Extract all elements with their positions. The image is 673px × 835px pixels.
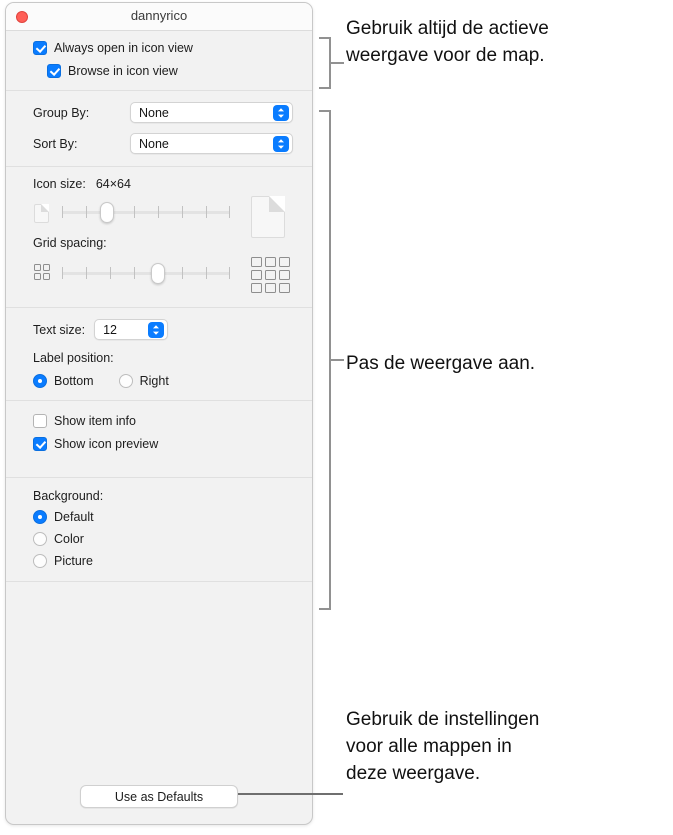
checkbox-row-show-icon-preview[interactable]: Show icon preview (33, 437, 312, 451)
slider-tick (182, 206, 183, 218)
slider-track (62, 211, 230, 214)
sort-by-popup[interactable]: None (130, 133, 293, 154)
checkbox-label-browse-icon-view: Browse in icon view (68, 64, 178, 78)
slider-tick (110, 267, 111, 279)
text-size-popup[interactable]: 12 (94, 319, 169, 340)
checkbox-always-open-in-icon-view[interactable] (33, 41, 47, 55)
chevron-up-down-icon[interactable] (273, 135, 289, 152)
grid-spacing-header: Grid spacing: (33, 236, 312, 250)
large-document-icon (251, 196, 285, 238)
text-size-row: Text size: 12 (33, 319, 312, 340)
group-by-label: Group By: (33, 105, 90, 120)
background-label: Background: (33, 489, 104, 503)
checkbox-browse-in-icon-view[interactable] (47, 64, 61, 78)
group-by-popup[interactable]: None (130, 102, 293, 123)
label-position-radio-group: Bottom Right (33, 374, 312, 388)
icon-size-slider[interactable] (62, 202, 230, 223)
sort-by-value: None (139, 136, 169, 151)
checkbox-row-always-open[interactable]: Always open in icon view (33, 41, 312, 55)
slider-tick (86, 267, 87, 279)
slider-tick (182, 267, 183, 279)
radio-label-position-right[interactable] (118, 374, 133, 388)
icon-size-slider-row (6, 194, 312, 238)
radio-row-background-picture[interactable]: Picture (33, 554, 312, 568)
radio-label-right: Right (139, 374, 169, 388)
radio-background-picture[interactable] (33, 554, 47, 568)
callout-tick-1 (331, 62, 344, 64)
small-grid-icon (34, 264, 50, 280)
slider-tick (229, 206, 230, 218)
icon-size-value: 64×64 (95, 177, 131, 191)
grid-spacing-label: Grid spacing: (33, 236, 107, 250)
radio-label-bottom: Bottom (54, 374, 94, 388)
radio-label-background-default: Default (54, 510, 94, 524)
group-by-value: None (139, 105, 169, 120)
radio-label-background-picture: Picture (54, 554, 93, 568)
use-as-defaults-button[interactable]: Use as Defaults (80, 785, 238, 808)
section-arrangement: Group By: None Sort By: None (6, 91, 312, 167)
checkbox-label-always-open: Always open in icon view (54, 41, 193, 55)
section-text: Text size: 12 Label position: Bottom Rig… (6, 308, 312, 401)
group-by-row: Group By: None (33, 102, 312, 123)
section-item-display: Show item info Show icon preview (6, 401, 312, 478)
section-sliders: Icon size: 64×64 Grid spacing: (6, 167, 312, 308)
sort-by-label: Sort By: (33, 136, 78, 151)
window-title: dannyrico (130, 8, 188, 23)
text-size-label: Text size: (33, 322, 86, 337)
sort-by-row: Sort By: None (33, 133, 312, 154)
slider-tick (62, 206, 63, 218)
slider-tick (158, 206, 159, 218)
radio-label-position-bottom[interactable] (33, 374, 47, 388)
chevron-up-down-icon[interactable] (273, 104, 289, 121)
window-titlebar: dannyrico (6, 3, 312, 31)
section-view-mode: Always open in icon view Browse in icon … (6, 31, 312, 91)
slider-tick (206, 267, 207, 279)
radio-background-color[interactable] (33, 532, 47, 546)
slider-tick (134, 206, 135, 218)
radio-row-background-default[interactable]: Default (33, 510, 312, 524)
checkbox-row-browse-icon-view[interactable]: Browse in icon view (47, 64, 312, 78)
callout-bracket-1 (319, 37, 331, 89)
checkbox-show-item-info[interactable] (33, 414, 47, 428)
icon-size-slider-thumb[interactable] (100, 202, 114, 223)
radio-label-background-color: Color (54, 532, 84, 546)
section-background: Background: Default Color Picture (6, 478, 312, 582)
grid-spacing-slider[interactable] (62, 263, 230, 284)
grid-spacing-slider-thumb[interactable] (151, 263, 165, 284)
slider-tick (229, 267, 230, 279)
slider-tick (206, 206, 207, 218)
callout-leader-3 (238, 793, 343, 795)
slider-tick (134, 267, 135, 279)
slider-tick (62, 267, 63, 279)
checkbox-label-show-icon-preview: Show icon preview (54, 437, 159, 451)
large-grid-icon (251, 257, 290, 293)
callout-label-customize-view: Pas de weergave aan. (346, 353, 536, 374)
label-position-label: Label position: (33, 351, 114, 365)
slider-track (62, 272, 230, 275)
radio-row-background-color[interactable]: Color (33, 532, 312, 546)
icon-size-label: Icon size: (33, 177, 86, 191)
checkbox-show-icon-preview[interactable] (33, 437, 47, 451)
callout-bracket-2 (319, 110, 331, 610)
label-position-header: Label position: (33, 351, 312, 365)
callout-label-view-mode: Gebruik altijd de actieve weergave voor … (346, 18, 549, 66)
small-document-icon (34, 204, 49, 223)
background-header: Background: (33, 489, 312, 503)
checkbox-label-show-item-info: Show item info (54, 414, 136, 428)
callout-tick-2 (331, 359, 344, 361)
slider-tick (86, 206, 87, 218)
view-options-window: dannyrico Always open in icon view Brows… (5, 2, 313, 825)
radio-background-default[interactable] (33, 510, 47, 524)
chevron-up-down-icon[interactable] (148, 321, 165, 338)
checkbox-row-show-item-info[interactable]: Show item info (33, 414, 312, 428)
icon-size-header: Icon size: 64×64 (33, 177, 312, 191)
grid-spacing-slider-row (6, 253, 312, 293)
text-size-value: 12 (103, 322, 118, 337)
callout-label-use-as-defaults: Gebruik de instellingen voor alle mappen… (346, 709, 540, 784)
